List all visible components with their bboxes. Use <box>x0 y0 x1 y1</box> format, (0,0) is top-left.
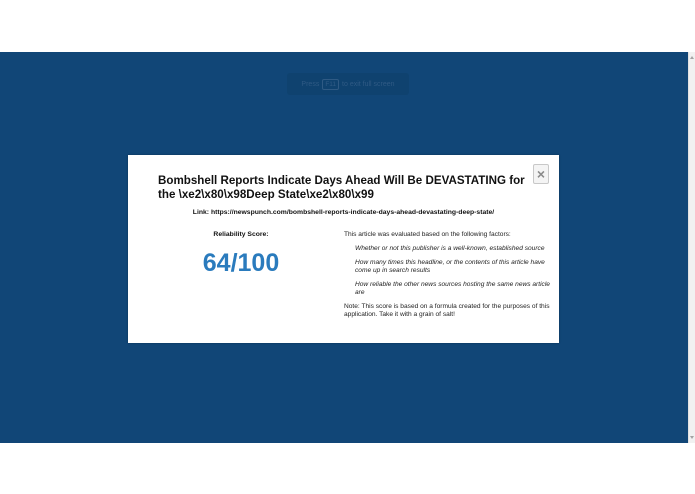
disclaimer-note: Note: This score is based on a formula c… <box>344 303 550 318</box>
link-label: Link: <box>192 209 210 216</box>
scroll-up-icon[interactable] <box>690 56 694 59</box>
factor-item: Whether or not this publisher is a well-… <box>355 245 545 252</box>
factor-item: How many times this headline, or the con… <box>355 259 545 274</box>
vertical-scrollbar[interactable] <box>688 52 695 443</box>
close-button[interactable]: × <box>533 164 549 184</box>
factor-item: How reliable the other news sources host… <box>355 281 550 296</box>
fullscreen-key: F11 <box>322 78 340 90</box>
reliability-modal: × Bombshell Reports Indicate Days Ahead … <box>128 155 559 343</box>
fullscreen-hint-suffix: to exit full screen <box>342 80 395 88</box>
article-title: Bombshell Reports Indicate Days Ahead Wi… <box>158 174 525 201</box>
article-link: Link: https://newspunch.com/bombshell-re… <box>128 209 559 216</box>
fullscreen-hint-prefix: Press <box>301 80 320 88</box>
fullscreen-hint: Press F11 to exit full screen <box>287 73 409 95</box>
factors-intro: This article was evaluated based on the … <box>344 231 511 238</box>
link-url[interactable]: https://newspunch.com/bombshell-reports-… <box>211 209 494 216</box>
scroll-down-icon[interactable] <box>690 436 694 439</box>
reliability-score-value: 64/100 <box>202 249 280 277</box>
close-icon: × <box>536 166 546 182</box>
evaluation-factors: This article was evaluated based on the … <box>344 231 550 319</box>
reliability-score-label: Reliability Score: <box>213 231 269 238</box>
